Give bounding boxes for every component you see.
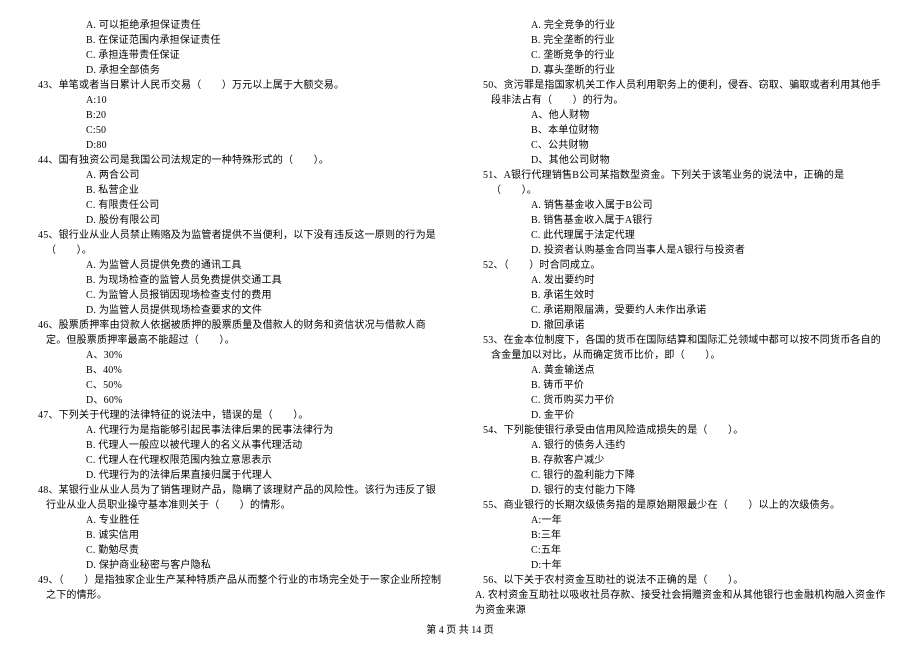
option: B、本单位财物 <box>475 123 890 138</box>
option: C. 为监管人员报销因现场检查支付的费用 <box>30 288 445 303</box>
option: D. 为监管人员提供现场检查要求的文件 <box>30 303 445 318</box>
option: C. 银行的盈利能力下降 <box>475 468 890 483</box>
question-56-continuation: A. 农村资金互助社以吸收社员存款、接受社会捐赠资金和从其他银行也金融机构融入资… <box>475 588 890 618</box>
option: D. 代理行为的法律后果直接归属于代理人 <box>30 468 445 483</box>
option: A. 销售基金收入属于B公司 <box>475 198 890 213</box>
option: D. 寡头垄断的行业 <box>475 63 890 78</box>
option: A. 两合公司 <box>30 168 445 183</box>
option: C. 勤勉尽责 <box>30 543 445 558</box>
option: B. 承诺生效时 <box>475 288 890 303</box>
question-45: 45、银行业从业人员禁止贿赂及为监管者提供不当便利，以下没有违反这一原则的行为是… <box>38 228 445 258</box>
option: A:一年 <box>475 513 890 528</box>
option: B:三年 <box>475 528 890 543</box>
option: D. 投资者认购基金合同当事人是A银行与投资者 <box>475 243 890 258</box>
option: B、40% <box>30 363 445 378</box>
question-53: 53、在金本位制度下，各国的货币在国际结算和国际汇兑领域中都可以按不同货币各自的… <box>483 333 890 363</box>
exam-page: A. 可以拒绝承担保证责任 B. 在保证范围内承担保证责任 C. 承担连带责任保… <box>0 0 920 618</box>
option: A、他人财物 <box>475 108 890 123</box>
option: D. 股份有限公司 <box>30 213 445 228</box>
question-51: 51、A银行代理销售B公司某指数型资金。下列关于该笔业务的说法中，正确的是（ ）… <box>483 168 890 198</box>
option: C、公共财物 <box>475 138 890 153</box>
question-44: 44、国有独资公司是我国公司法规定的一种特殊形式的（ ）。 <box>38 153 445 168</box>
right-column: A. 完全竞争的行业 B. 完全垄断的行业 C. 垄断竞争的行业 D. 寡头垄断… <box>475 18 890 618</box>
option: D:80 <box>30 138 445 153</box>
option: C:五年 <box>475 543 890 558</box>
option: B. 私营企业 <box>30 183 445 198</box>
option: A:10 <box>30 93 445 108</box>
option: D、60% <box>30 393 445 408</box>
option: B. 代理人一般应以被代理人的名义从事代理活动 <box>30 438 445 453</box>
question-47: 47、下列关于代理的法律特征的说法中，错误的是（ ）。 <box>38 408 445 423</box>
option: A. 黄金输送点 <box>475 363 890 378</box>
option: C. 承诺期限届满，受要约人未作出承诺 <box>475 303 890 318</box>
question-56: 56、以下关于农村资金互助社的说法不正确的是（ ）。 <box>483 573 890 588</box>
question-49: 49、（ ）是指独家企业生产某种特质产品从而整个行业的市场完全处于一家企业所控制… <box>38 573 445 603</box>
option: B. 销售基金收入属于A银行 <box>475 213 890 228</box>
option: C. 代理人在代理权限范围内独立意思表示 <box>30 453 445 468</box>
option: A. 代理行为是指能够引起民事法律后果的民事法律行为 <box>30 423 445 438</box>
option: D. 保护商业秘密与客户隐私 <box>30 558 445 573</box>
question-48: 48、某银行业从业人员为了销售理财产品，隐瞒了该理财产品的风险性。该行为违反了银… <box>38 483 445 513</box>
option: C. 承担连带责任保证 <box>30 48 445 63</box>
option: D. 银行的支付能力下降 <box>475 483 890 498</box>
option: A、30% <box>30 348 445 363</box>
option: A. 发出要约时 <box>475 273 890 288</box>
question-52: 52、（ ）时合同成立。 <box>483 258 890 273</box>
option: C. 垄断竞争的行业 <box>475 48 890 63</box>
option: A. 完全竞争的行业 <box>475 18 890 33</box>
question-54: 54、下列能使银行承受由信用风险造成损失的是（ ）。 <box>483 423 890 438</box>
question-50: 50、贪污罪是指国家机关工作人员利用职务上的便利，侵吞、窃取、骗取或者利用其他手… <box>483 78 890 108</box>
option: A. 专业胜任 <box>30 513 445 528</box>
option: A. 银行的债务人违约 <box>475 438 890 453</box>
option: B. 铸币平价 <box>475 378 890 393</box>
option: B. 完全垄断的行业 <box>475 33 890 48</box>
page-footer: 第 4 页 共 14 页 <box>0 621 920 636</box>
question-43: 43、单笔或者当日累计人民币交易（ ）万元以上属于大额交易。 <box>38 78 445 93</box>
option: B:20 <box>30 108 445 123</box>
option: B. 在保证范围内承担保证责任 <box>30 33 445 48</box>
left-column: A. 可以拒绝承担保证责任 B. 在保证范围内承担保证责任 C. 承担连带责任保… <box>30 18 445 618</box>
option: D. 承担全部债务 <box>30 63 445 78</box>
question-46: 46、股票质押率由贷款人依据被质押的股票质量及借款人的财务和资信状况与借款人商定… <box>38 318 445 348</box>
option: D. 撤回承诺 <box>475 318 890 333</box>
option: A. 为监管人员提供免费的通讯工具 <box>30 258 445 273</box>
option: D:十年 <box>475 558 890 573</box>
option: D、其他公司财物 <box>475 153 890 168</box>
option: A. 可以拒绝承担保证责任 <box>30 18 445 33</box>
option: C. 货币购买力平价 <box>475 393 890 408</box>
option: C:50 <box>30 123 445 138</box>
option: B. 存款客户减少 <box>475 453 890 468</box>
option: C. 此代理属于法定代理 <box>475 228 890 243</box>
option: B. 为现场检查的监管人员免费提供交通工具 <box>30 273 445 288</box>
option: D. 金平价 <box>475 408 890 423</box>
option: C. 有限责任公司 <box>30 198 445 213</box>
option: C、50% <box>30 378 445 393</box>
question-55: 55、商业银行的长期次级债务指的是原始期限最少在（ ）以上的次级债务。 <box>483 498 890 513</box>
option: B. 诚实信用 <box>30 528 445 543</box>
